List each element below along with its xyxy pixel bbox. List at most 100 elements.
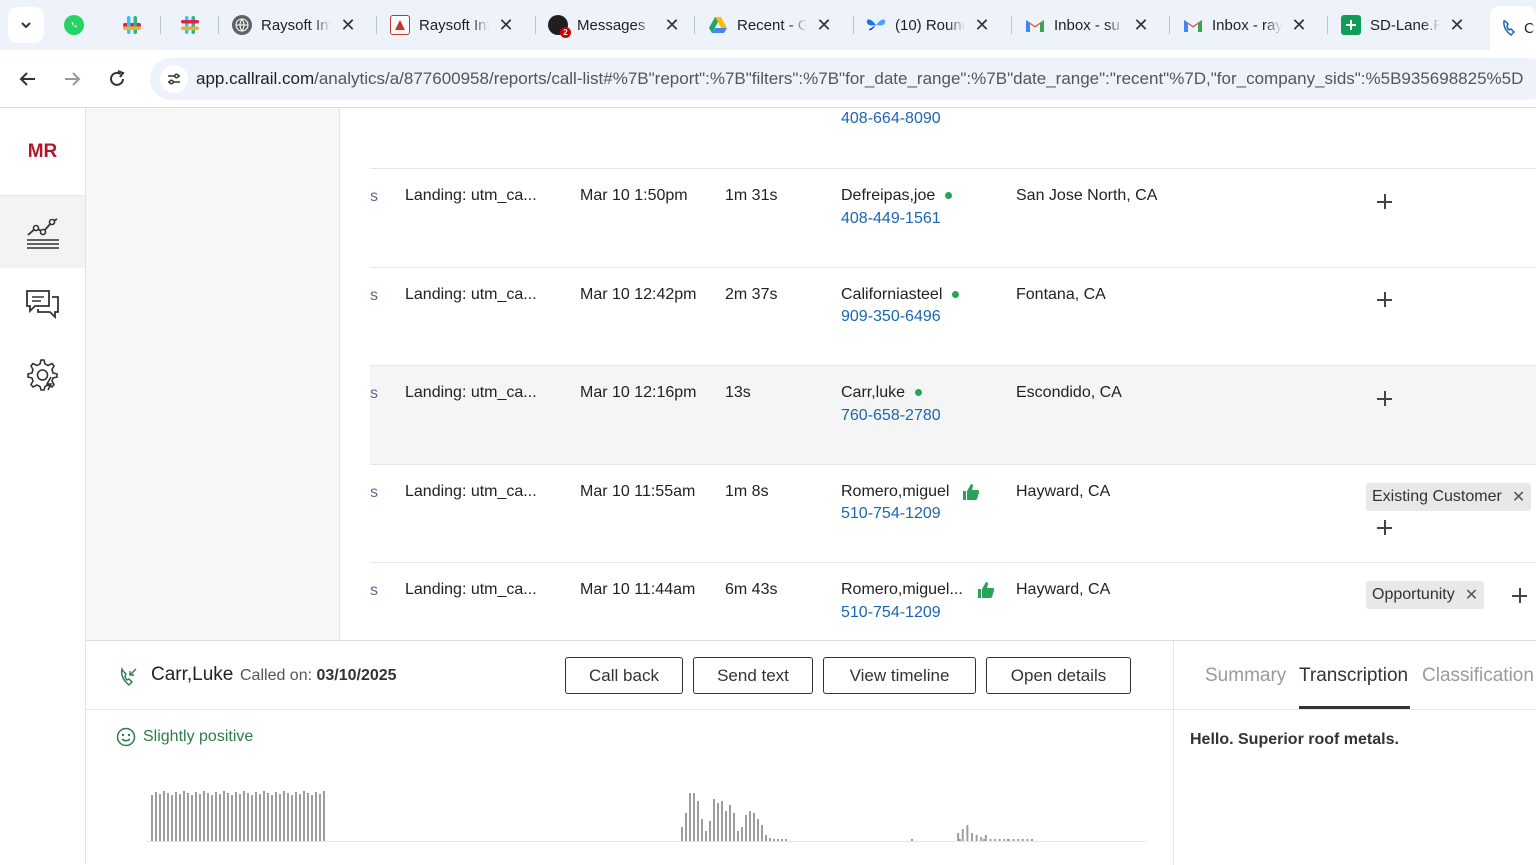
add-tag-plus-icon[interactable] bbox=[1375, 290, 1395, 310]
waveform-bar bbox=[721, 801, 723, 841]
caller-phone-link[interactable]: 408-449-1561 bbox=[841, 210, 941, 228]
browser-tab-active[interactable]: C bbox=[1490, 6, 1536, 50]
browser-tab[interactable]: 2 Messages ✕ bbox=[536, 6, 691, 44]
tab-transcription[interactable]: Transcription bbox=[1299, 665, 1408, 687]
reload-button[interactable] bbox=[104, 66, 130, 92]
waveform-bar bbox=[781, 839, 783, 841]
call-detail-header: Carr,Luke Called on: 03/10/2025 Call bac… bbox=[86, 641, 1173, 710]
browser-tab[interactable]: Raysoft Inf ✕ bbox=[378, 6, 533, 44]
send-text-button[interactable]: Send text bbox=[693, 657, 813, 694]
audio-waveform[interactable] bbox=[146, 781, 1146, 861]
view-timeline-button[interactable]: View timeline bbox=[823, 657, 976, 694]
source-cell: s bbox=[370, 188, 378, 205]
account-logo[interactable]: MR bbox=[0, 108, 85, 196]
close-tab-icon[interactable]: ✕ bbox=[339, 15, 357, 35]
analytics-icon bbox=[26, 218, 59, 249]
remove-tag-icon[interactable]: ✕ bbox=[1512, 487, 1525, 507]
waveform-bar bbox=[697, 801, 699, 841]
table-row[interactable]: 408-664-8090 bbox=[370, 108, 1536, 168]
call-back-button[interactable]: Call back bbox=[565, 657, 683, 694]
thumbs-up-icon bbox=[962, 484, 980, 500]
waveform-bar bbox=[777, 839, 779, 841]
close-tab-icon[interactable]: ✕ bbox=[973, 15, 991, 35]
waveform-bar bbox=[191, 795, 193, 841]
source-cell: s bbox=[370, 484, 378, 501]
browser-tab-slack-2[interactable] bbox=[168, 6, 216, 44]
waveform-bar bbox=[207, 793, 209, 841]
add-tag-plus-icon[interactable] bbox=[1375, 389, 1395, 409]
table-row[interactable]: s Landing: utm_ca... Mar 10 1:50pm 1m 31… bbox=[370, 168, 1536, 267]
waveform-bar bbox=[681, 827, 683, 841]
browser-tab[interactable]: (10) Round ✕ bbox=[854, 6, 1009, 44]
waveform-bar bbox=[267, 793, 269, 841]
waveform-bar bbox=[247, 793, 249, 841]
close-tab-icon[interactable]: ✕ bbox=[497, 15, 515, 35]
caller-name[interactable]: Romero,miguel... bbox=[841, 581, 995, 599]
location-cell: Fontana, CA bbox=[1016, 286, 1106, 303]
location-cell: Escondido, CA bbox=[1016, 384, 1122, 401]
close-tab-icon[interactable]: ✕ bbox=[663, 15, 681, 35]
site-info-icon[interactable] bbox=[160, 65, 188, 93]
forward-button[interactable] bbox=[59, 66, 85, 92]
caller-name[interactable]: Carr,luke bbox=[841, 384, 923, 402]
close-tab-icon[interactable]: ✕ bbox=[1290, 15, 1308, 35]
duration-cell: 2m 37s bbox=[725, 286, 778, 303]
waveform-bar bbox=[1017, 839, 1020, 841]
whatsapp-icon bbox=[64, 15, 84, 35]
table-row[interactable]: s Landing: utm_ca... Mar 10 11:44am 6m 4… bbox=[370, 562, 1536, 640]
table-row-selected[interactable]: s Landing: utm_ca... Mar 10 12:16pm 13s … bbox=[370, 365, 1536, 464]
browser-tab[interactable]: Raysoft Inf ✕ bbox=[220, 6, 375, 44]
table-row[interactable]: s Landing: utm_ca... Mar 10 12:42pm 2m 3… bbox=[370, 267, 1536, 365]
url-field[interactable]: app.callrail.com/analytics/a/877600958/r… bbox=[150, 58, 1536, 100]
date-cell: Mar 10 11:44am bbox=[580, 581, 696, 598]
browser-tab[interactable]: SD-Lane.R ✕ bbox=[1329, 6, 1484, 44]
caller-name[interactable]: Californiasteel bbox=[841, 286, 960, 304]
nav-analytics[interactable] bbox=[0, 196, 85, 268]
back-button[interactable] bbox=[15, 66, 41, 92]
settings-icon bbox=[26, 359, 58, 391]
caller-phone-link[interactable]: 510-754-1209 bbox=[841, 604, 941, 622]
browser-tab-slack-1[interactable] bbox=[110, 6, 158, 44]
table-row[interactable]: s Landing: utm_ca... Mar 10 11:55am 1m 8… bbox=[370, 464, 1536, 562]
add-tag-plus-icon[interactable] bbox=[1510, 586, 1530, 606]
waveform-bar bbox=[966, 825, 969, 841]
close-tab-icon[interactable]: ✕ bbox=[815, 15, 833, 35]
browser-tab[interactable]: Recent - G ✕ bbox=[696, 6, 851, 44]
caller-name[interactable]: Defreipas,joe bbox=[841, 187, 953, 205]
add-tag-plus-icon[interactable] bbox=[1375, 192, 1395, 212]
landing-cell: Landing: utm_ca... bbox=[405, 384, 537, 401]
tab-search-button[interactable] bbox=[8, 7, 44, 43]
url-text: app.callrail.com/analytics/a/877600958/r… bbox=[196, 69, 1524, 88]
waveform-bar bbox=[1007, 839, 1010, 841]
browser-tab[interactable]: Inbox - su ✕ bbox=[1013, 6, 1168, 44]
caller-name[interactable]: Romero,miguel bbox=[841, 483, 980, 501]
caller-phone-link[interactable]: 510-754-1209 bbox=[841, 505, 941, 523]
globe-icon bbox=[232, 15, 252, 35]
waveform-bar bbox=[211, 795, 213, 841]
browser-tab[interactable]: Inbox - ray ✕ bbox=[1171, 6, 1326, 44]
waveform-bar bbox=[959, 839, 961, 841]
waveform-bar bbox=[167, 793, 169, 841]
waveform-bar bbox=[689, 793, 691, 841]
remove-tag-icon[interactable]: ✕ bbox=[1465, 585, 1478, 605]
messages-icon: 2 bbox=[548, 15, 571, 38]
close-tab-icon[interactable]: ✕ bbox=[1448, 15, 1466, 35]
tab-summary[interactable]: Summary bbox=[1205, 665, 1286, 687]
waveform-bar bbox=[975, 835, 978, 841]
open-details-button[interactable]: Open details bbox=[986, 657, 1131, 694]
close-tab-icon[interactable]: ✕ bbox=[1132, 15, 1150, 35]
nav-conversations[interactable] bbox=[0, 268, 85, 340]
caller-phone-link[interactable]: 760-658-2780 bbox=[841, 407, 941, 425]
waveform-bar bbox=[159, 794, 161, 841]
caller-phone-link[interactable]: 909-350-6496 bbox=[841, 308, 941, 326]
waveform-bar bbox=[151, 795, 153, 841]
waveform-bar bbox=[323, 791, 325, 841]
nav-settings[interactable] bbox=[0, 338, 85, 410]
add-tag-plus-icon[interactable] bbox=[1375, 518, 1395, 538]
waveform-bar bbox=[1031, 839, 1033, 841]
caller-phone-link[interactable]: 408-664-8090 bbox=[841, 110, 941, 128]
tab-classification[interactable]: Classification bbox=[1422, 665, 1534, 687]
waveform-bar bbox=[223, 791, 225, 841]
browser-tab-whatsapp[interactable] bbox=[52, 6, 108, 44]
waveform-bar bbox=[705, 831, 707, 841]
